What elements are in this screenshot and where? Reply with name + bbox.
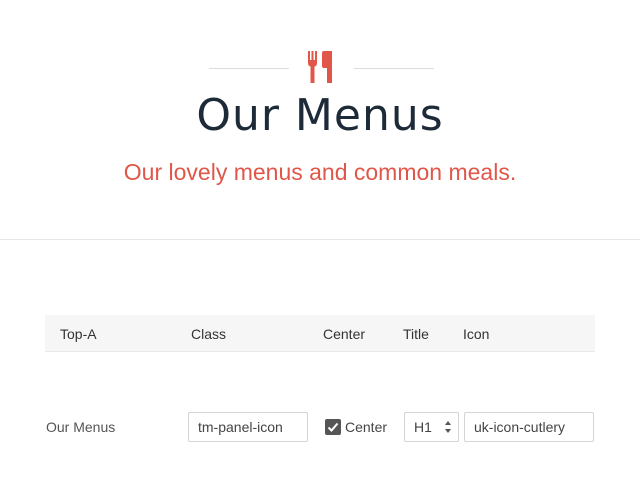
center-checkbox-label: Center (345, 419, 388, 435)
class-input[interactable]: tm-panel-icon (188, 412, 308, 442)
cutlery-icon (308, 51, 332, 83)
title-select[interactable]: H1 (404, 412, 459, 442)
icon-input[interactable]: uk-icon-cutlery (464, 412, 594, 442)
page-title: Our Menus (196, 90, 444, 141)
column-header-top-a: Top-A (60, 326, 97, 342)
select-arrows-icon (445, 421, 451, 433)
center-checkbox[interactable] (325, 419, 341, 435)
title-select-value: H1 (414, 419, 432, 435)
table-row: Our Menus tm-panel-icon Center H1 uk-ico… (45, 352, 595, 442)
section-divider (0, 239, 640, 240)
settings-table: Top-A Class Center Title Icon Our Menus … (45, 315, 595, 442)
checkmark-icon (327, 422, 339, 432)
hero-section: Our Menus Our lovely menus and common me… (0, 0, 640, 240)
divider-line-left (209, 68, 289, 69)
column-header-center: Center (323, 326, 366, 342)
column-header-icon: Icon (463, 326, 490, 342)
divider-line-right (354, 68, 434, 69)
table-header: Top-A Class Center Title Icon (45, 315, 595, 352)
page-subtitle: Our lovely menus and common meals. (123, 159, 517, 185)
column-header-title: Title (403, 326, 429, 342)
row-label: Our Menus (46, 419, 116, 435)
column-header-class: Class (191, 326, 227, 342)
